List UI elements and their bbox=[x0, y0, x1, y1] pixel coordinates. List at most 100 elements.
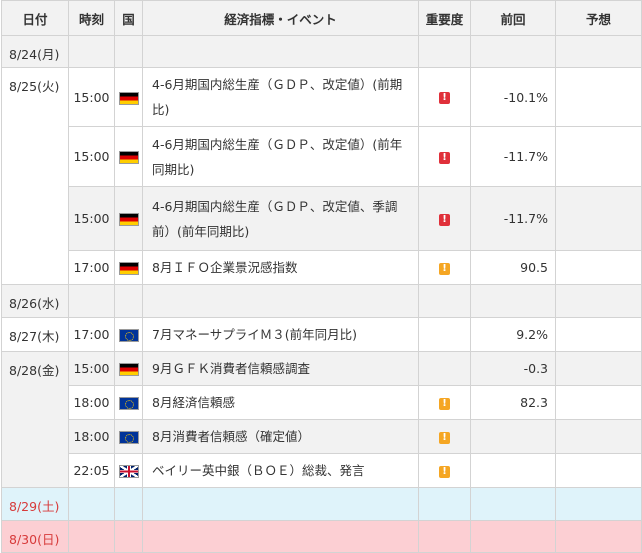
row-previous bbox=[470, 35, 556, 68]
row-forecast bbox=[555, 487, 642, 521]
row-event: 7月マネーサプライＭ３(前年同月比) bbox=[142, 317, 419, 352]
economic-calendar: 日付 時刻 国 経済指標・イベント 重要度 前回 予想 8/24(月) 8/25… bbox=[0, 0, 642, 553]
table-row: 18:00 8月経済信頼感 ! 82.3 bbox=[2, 385, 642, 420]
row-forecast bbox=[555, 520, 642, 553]
row-forecast bbox=[555, 250, 642, 285]
table-row: 15:00 4-6月期国内総生産（ＧＤＰ、改定値、季調前）(前年同期比) ! -… bbox=[2, 186, 642, 251]
row-flag bbox=[114, 487, 143, 521]
row-date: 8/26(水) bbox=[1, 284, 69, 318]
row-forecast bbox=[555, 126, 642, 187]
header-date: 日付 bbox=[1, 0, 69, 36]
row-previous: 90.5 bbox=[470, 250, 556, 285]
table-row: 8/29(土) bbox=[1, 487, 642, 521]
row-time bbox=[68, 520, 115, 553]
eu-flag-icon bbox=[118, 329, 139, 342]
uk-flag-icon bbox=[118, 465, 139, 478]
row-importance: ! bbox=[418, 385, 471, 420]
eu-flag-icon bbox=[118, 397, 139, 410]
row-date: 8/24(月) bbox=[1, 35, 69, 68]
row-forecast bbox=[555, 419, 642, 454]
row-event: 8月消費者信頼感（確定値） bbox=[142, 419, 419, 454]
row-date: 8/29(土) bbox=[1, 487, 69, 521]
row-date: 8/25(火) bbox=[1, 67, 69, 285]
row-time bbox=[68, 487, 115, 521]
row-previous bbox=[470, 453, 556, 488]
row-date: 8/30(日) bbox=[1, 520, 69, 553]
row-time: 22:05 bbox=[68, 453, 115, 488]
row-previous: 9.2% bbox=[470, 317, 556, 352]
eu-flag-icon bbox=[118, 431, 139, 444]
row-event: 8月ＩＦＯ企業景況感指数 bbox=[142, 250, 419, 285]
row-flag bbox=[114, 67, 143, 127]
row-time: 15:00 bbox=[68, 67, 115, 127]
row-importance bbox=[418, 351, 471, 386]
row-previous: -0.3 bbox=[470, 351, 556, 386]
row-forecast bbox=[555, 67, 642, 127]
row-flag bbox=[114, 35, 143, 68]
row-importance: ! bbox=[418, 67, 471, 127]
table-row: 8/27(木) 17:00 7月マネーサプライＭ３(前年同月比) 9.2% bbox=[1, 317, 642, 352]
importance-mid-icon: ! bbox=[439, 465, 450, 478]
row-importance: ! bbox=[418, 250, 471, 285]
importance-high-icon: ! bbox=[439, 92, 450, 104]
row-event bbox=[142, 35, 419, 68]
row-time bbox=[68, 35, 115, 68]
row-flag bbox=[114, 186, 143, 251]
row-forecast bbox=[555, 385, 642, 420]
importance-high-icon: ! bbox=[439, 213, 450, 226]
table-row: 8/26(水) bbox=[1, 284, 642, 318]
row-event bbox=[142, 487, 419, 521]
germany-flag-icon bbox=[118, 363, 139, 376]
calendar-table: 日付 時刻 国 経済指標・イベント 重要度 前回 予想 8/24(月) 8/25… bbox=[1, 0, 642, 553]
row-event bbox=[142, 284, 419, 318]
row-forecast bbox=[555, 351, 642, 386]
row-previous bbox=[470, 487, 556, 521]
row-forecast bbox=[555, 35, 642, 68]
table-row: 8/30(日) bbox=[1, 520, 642, 553]
row-event: 4-6月期国内総生産（ＧＤＰ、改定値）(前年同期比) bbox=[142, 126, 419, 187]
row-flag bbox=[114, 385, 143, 420]
row-time: 18:00 bbox=[68, 419, 115, 454]
row-flag bbox=[114, 520, 143, 553]
header-country: 国 bbox=[114, 0, 143, 36]
importance-mid-icon: ! bbox=[439, 431, 450, 444]
table-row: 15:00 4-6月期国内総生産（ＧＤＰ、改定値）(前年同期比) ! -11.7… bbox=[2, 126, 642, 187]
row-importance: ! bbox=[418, 186, 471, 251]
row-importance: ! bbox=[418, 126, 471, 187]
row-time: 15:00 bbox=[68, 351, 115, 386]
row-importance: ! bbox=[418, 453, 471, 488]
row-time: 15:00 bbox=[68, 186, 115, 251]
header-row: 日付 時刻 国 経済指標・イベント 重要度 前回 予想 bbox=[1, 0, 642, 36]
row-flag bbox=[114, 419, 143, 454]
row-flag bbox=[114, 284, 143, 318]
importance-mid-icon: ! bbox=[439, 397, 450, 410]
row-time: 15:00 bbox=[68, 126, 115, 187]
header-previous: 前回 bbox=[470, 0, 556, 36]
row-event: 8月経済信頼感 bbox=[142, 385, 419, 420]
header-forecast: 予想 bbox=[555, 0, 642, 36]
row-date: 8/27(木) bbox=[1, 317, 69, 352]
germany-flag-icon bbox=[118, 151, 139, 164]
row-previous bbox=[470, 520, 556, 553]
row-forecast bbox=[555, 453, 642, 488]
germany-flag-icon bbox=[118, 213, 139, 226]
table-row: 17:00 8月ＩＦＯ企業景況感指数 ! 90.5 bbox=[2, 250, 642, 285]
row-forecast bbox=[555, 284, 642, 318]
row-importance bbox=[418, 487, 471, 521]
row-time bbox=[68, 284, 115, 318]
row-importance bbox=[418, 284, 471, 318]
row-flag bbox=[114, 453, 143, 488]
table-row: 22:05 ベイリー英中銀（ＢＯＥ）総裁、発言 ! bbox=[2, 453, 642, 488]
table-row: 8/28(金) 15:00 9月ＧＦＫ消費者信頼感調査 -0.3 bbox=[1, 351, 642, 488]
row-flag bbox=[114, 126, 143, 187]
table-row: 8/24(月) bbox=[1, 35, 642, 68]
row-flag bbox=[114, 351, 143, 386]
row-time: 18:00 bbox=[68, 385, 115, 420]
row-importance: ! bbox=[418, 419, 471, 454]
row-previous: -11.7% bbox=[470, 126, 556, 187]
row-previous: -11.7% bbox=[470, 186, 556, 251]
header-importance: 重要度 bbox=[418, 0, 471, 36]
importance-high-icon: ! bbox=[439, 151, 450, 164]
header-event: 経済指標・イベント bbox=[142, 0, 419, 36]
row-event: 4-6月期国内総生産（ＧＤＰ、改定値）(前期比) bbox=[142, 67, 419, 127]
